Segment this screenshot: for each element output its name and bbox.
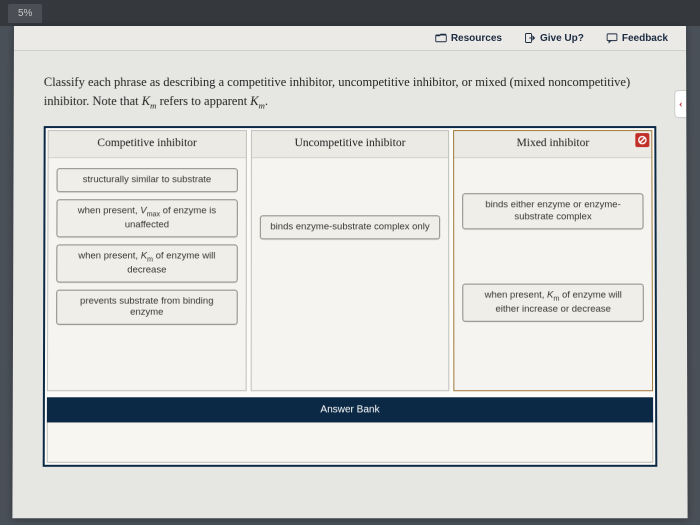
column-header: Mixed inhibitor: [454, 131, 651, 158]
chip[interactable]: prevents substrate from binding enzyme: [56, 289, 237, 325]
columns: Competitive inhibitor structurally simil…: [47, 130, 653, 391]
tab-percent: 5%: [8, 4, 42, 23]
no-drop-icon: [635, 133, 649, 147]
chat-icon: [606, 32, 618, 44]
resources-label: Resources: [451, 32, 502, 43]
column-header: Competitive inhibitor: [49, 131, 246, 158]
chip[interactable]: binds enzyme-substrate complex only: [259, 216, 440, 240]
answer-bank-header[interactable]: Answer Bank: [47, 398, 653, 423]
chip[interactable]: structurally similar to substrate: [57, 169, 238, 193]
answer-bank-area[interactable]: [47, 423, 654, 463]
column-competitive[interactable]: Competitive inhibitor structurally simil…: [47, 130, 247, 391]
giveup-button[interactable]: Give Up?: [524, 32, 584, 44]
resources-button[interactable]: Resources: [435, 32, 502, 44]
column-uncompetitive[interactable]: Uncompetitive inhibitor binds enzyme-sub…: [250, 130, 449, 391]
side-tab-button[interactable]: ‹: [674, 90, 686, 118]
chip[interactable]: when present, Km of enzyme will decrease: [56, 244, 237, 282]
content-area: Classify each phrase as describing a com…: [13, 51, 688, 479]
chip[interactable]: binds either enzyme or enzyme-substrate …: [463, 194, 644, 230]
alert-icon: ‹: [679, 98, 683, 110]
column-header: Uncompetitive inhibitor: [252, 131, 449, 158]
giveup-label: Give Up?: [540, 32, 584, 43]
feedback-label: Feedback: [622, 32, 668, 43]
chip[interactable]: when present, Km of enzyme will either i…: [463, 284, 644, 322]
feedback-button[interactable]: Feedback: [606, 32, 668, 44]
page: Resources Give Up? Feedback ‹ Classify e…: [12, 26, 687, 518]
browser-chrome: 5%: [0, 0, 700, 26]
sorting-frame: Competitive inhibitor structurally simil…: [43, 126, 658, 467]
folder-icon: [435, 32, 447, 44]
question-text: Classify each phrase as describing a com…: [44, 73, 657, 112]
column-mixed[interactable]: Mixed inhibitor binds either enzyme or e…: [453, 130, 653, 391]
toolbar: Resources Give Up? Feedback: [14, 26, 686, 51]
chip[interactable]: when present, Vmax of enzyme is unaffect…: [56, 200, 237, 238]
exit-icon: [524, 32, 536, 44]
